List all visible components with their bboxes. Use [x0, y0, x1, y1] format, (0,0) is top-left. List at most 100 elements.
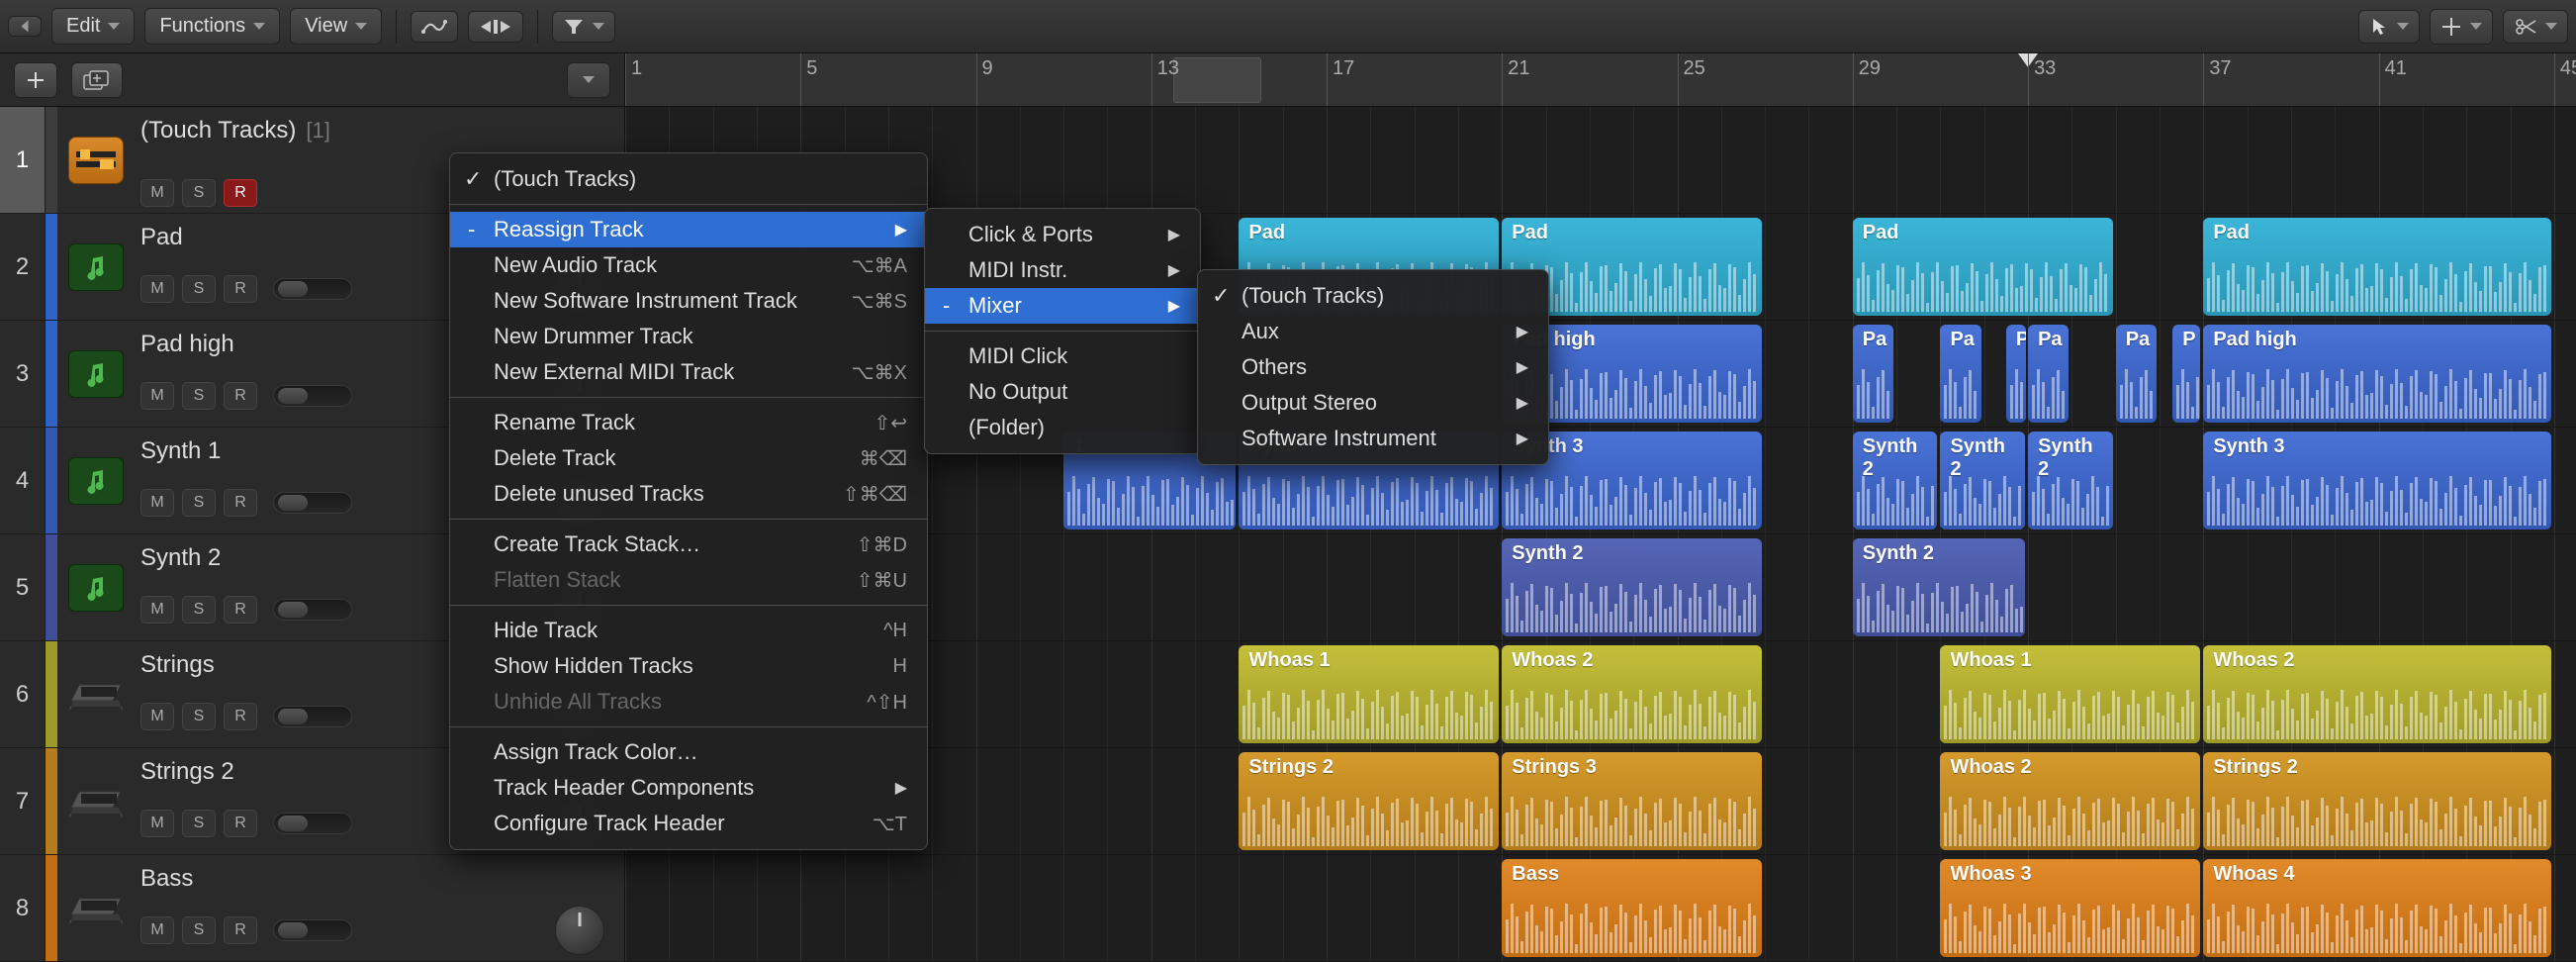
region[interactable]: Pa — [1940, 325, 1980, 423]
record-button[interactable]: R — [224, 382, 257, 410]
track-header[interactable]: 8BassMSR — [0, 855, 624, 962]
menu-item[interactable]: Delete Track⌘⌫ — [450, 440, 927, 476]
solo-button[interactable]: S — [182, 703, 216, 730]
menu-item[interactable]: Software Instrument▶ — [1198, 421, 1548, 456]
track-icon[interactable] — [68, 350, 124, 398]
mixer-submenu[interactable]: ✓(Touch Tracks)Aux▶Others▶Output Stereo▶… — [1197, 269, 1549, 465]
edit-menu-button[interactable]: Edit — [51, 8, 135, 45]
menu-item[interactable]: Hide Track^H — [450, 613, 927, 648]
menu-item[interactable]: New Drummer Track — [450, 319, 927, 354]
menu-item[interactable]: Delete unused Tracks⇧⌘⌫ — [450, 476, 927, 512]
duplicate-track-button[interactable] — [71, 62, 123, 98]
track-icon[interactable] — [68, 671, 124, 719]
menu-item[interactable]: No Output — [925, 374, 1200, 410]
region[interactable]: Pad — [2203, 218, 2551, 316]
track-icon[interactable] — [68, 243, 124, 291]
region[interactable]: Strings 3 — [1502, 752, 1762, 850]
mute-button[interactable]: M — [140, 179, 174, 207]
region[interactable]: Synth 3 — [2203, 432, 2551, 529]
flex-button[interactable] — [468, 11, 523, 43]
menu-item[interactable]: New External MIDI Track⌥⌘X — [450, 354, 927, 390]
track-icon[interactable] — [68, 885, 124, 932]
menu-item[interactable]: Create Track Stack…⇧⌘D — [450, 527, 927, 562]
solo-button[interactable]: S — [182, 179, 216, 207]
record-button[interactable]: R — [224, 596, 257, 624]
pan-knob[interactable] — [555, 906, 604, 955]
track-header-config-button[interactable] — [567, 62, 610, 98]
region[interactable]: P — [2172, 325, 2200, 423]
track-icon[interactable] — [68, 457, 124, 505]
menu-item[interactable]: Assign Track Color… — [450, 734, 927, 770]
add-track-button[interactable] — [14, 62, 57, 98]
track-context-menu[interactable]: ✓(Touch Tracks)-Reassign Track▶New Audio… — [449, 152, 928, 850]
region[interactable]: Synth 2 — [1853, 538, 2025, 636]
record-button[interactable]: R — [224, 916, 257, 944]
cycle-region[interactable] — [1173, 57, 1261, 103]
menu-item[interactable]: Track Header Components▶ — [450, 770, 927, 806]
volume-slider[interactable] — [273, 385, 352, 407]
region[interactable]: Whoas 1 — [1239, 645, 1499, 743]
record-button[interactable]: R — [224, 810, 257, 837]
region[interactable]: Whoas 2 — [1502, 645, 1762, 743]
region[interactable]: Whoas 2 — [2203, 645, 2551, 743]
volume-slider[interactable] — [273, 599, 352, 621]
menu-item[interactable]: Aux▶ — [1198, 314, 1548, 349]
solo-button[interactable]: S — [182, 596, 216, 624]
region[interactable]: Pad high — [2203, 325, 2551, 423]
menu-item[interactable]: New Audio Track⌥⌘A — [450, 247, 927, 283]
menu-item[interactable]: MIDI Instr.▶ — [925, 252, 1200, 288]
region[interactable]: Synth 2 — [1940, 432, 2025, 529]
record-button[interactable]: R — [224, 179, 257, 207]
track-number[interactable]: 3 — [0, 321, 46, 427]
track-number[interactable]: 8 — [0, 855, 46, 961]
region[interactable]: Bass — [1502, 859, 1762, 957]
region[interactable]: Whoas 2 — [1940, 752, 2200, 850]
region[interactable]: Whoas 3 — [1940, 859, 2200, 957]
track-icon[interactable] — [68, 778, 124, 825]
mute-button[interactable]: M — [140, 596, 174, 624]
toolbar-left-toggle[interactable] — [8, 16, 42, 37]
track-number[interactable]: 6 — [0, 641, 46, 747]
arrangement-lane[interactable]: BassWhoas 3Whoas 4 — [625, 855, 2576, 962]
menu-item[interactable]: Output Stereo▶ — [1198, 385, 1548, 421]
solo-button[interactable]: S — [182, 275, 216, 303]
menu-item[interactable]: MIDI Click — [925, 338, 1200, 374]
solo-button[interactable]: S — [182, 916, 216, 944]
automation-curve-button[interactable] — [411, 11, 458, 43]
menu-item[interactable]: Configure Track Header⌥T — [450, 806, 927, 841]
region[interactable]: Pa — [2116, 325, 2157, 423]
filter-button[interactable] — [552, 11, 615, 43]
track-number[interactable]: 2 — [0, 214, 46, 320]
scissors-tool-button[interactable] — [2503, 10, 2568, 44]
menu-item[interactable]: -Reassign Track▶ — [450, 212, 927, 247]
region[interactable]: Synth 2 — [1853, 432, 1938, 529]
region[interactable]: P — [2006, 325, 2026, 423]
volume-slider[interactable] — [273, 278, 352, 300]
region[interactable]: Synth 2 — [1502, 538, 1762, 636]
region[interactable]: Strings 2 — [1239, 752, 1499, 850]
track-number[interactable]: 4 — [0, 428, 46, 533]
reassign-track-submenu[interactable]: Click & Ports▶MIDI Instr.▶-Mixer▶MIDI Cl… — [924, 208, 1201, 454]
menu-item[interactable]: (Folder) — [925, 410, 1200, 445]
menu-item[interactable]: New Software Instrument Track⌥⌘S — [450, 283, 927, 319]
record-button[interactable]: R — [224, 275, 257, 303]
track-icon[interactable] — [68, 564, 124, 612]
region[interactable]: Pa — [1853, 325, 1893, 423]
menu-item[interactable]: Rename Track⇧↩ — [450, 405, 927, 440]
track-number[interactable]: 5 — [0, 534, 46, 640]
record-button[interactable]: R — [224, 489, 257, 517]
track-number[interactable]: 7 — [0, 748, 46, 854]
menu-item[interactable]: Others▶ — [1198, 349, 1548, 385]
menu-item[interactable]: -Mixer▶ — [925, 288, 1200, 324]
mute-button[interactable]: M — [140, 382, 174, 410]
mute-button[interactable]: M — [140, 275, 174, 303]
track-icon[interactable] — [68, 137, 124, 184]
record-button[interactable]: R — [224, 703, 257, 730]
mute-button[interactable]: M — [140, 703, 174, 730]
functions-menu-button[interactable]: Functions — [144, 8, 280, 45]
solo-button[interactable]: S — [182, 382, 216, 410]
pointer-tool-button[interactable] — [2358, 10, 2420, 44]
volume-slider[interactable] — [273, 706, 352, 727]
region[interactable]: Synth 2 — [2028, 432, 2113, 529]
volume-slider[interactable] — [273, 919, 352, 941]
